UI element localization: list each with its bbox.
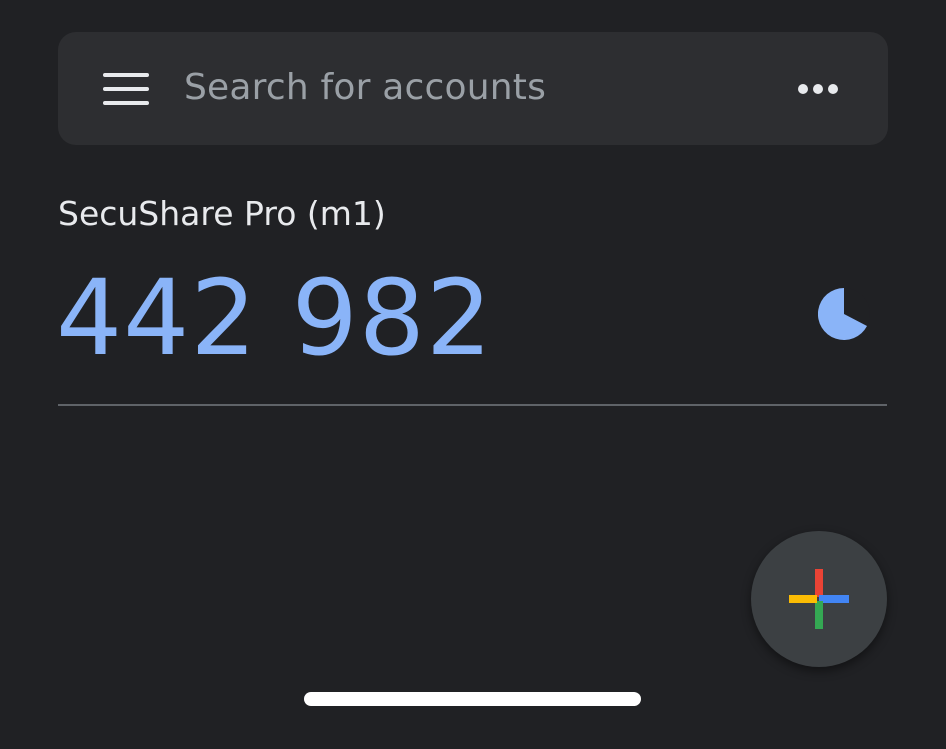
add-plus-icon: [789, 569, 849, 629]
account-entry[interactable]: SecuShare Pro (m1) 442 982: [56, 180, 887, 408]
home-indicator[interactable]: [304, 692, 641, 706]
search-bar[interactable]: Search for accounts: [58, 32, 888, 145]
add-account-button[interactable]: [751, 531, 887, 667]
menu-icon[interactable]: [103, 73, 149, 105]
divider: [58, 404, 887, 406]
search-input[interactable]: Search for accounts: [184, 66, 546, 110]
countdown-timer-icon: [818, 287, 870, 340]
otp-code[interactable]: 442 982: [56, 258, 493, 378]
account-name: SecuShare Pro (m1): [58, 194, 386, 233]
more-options-icon[interactable]: [798, 83, 842, 95]
